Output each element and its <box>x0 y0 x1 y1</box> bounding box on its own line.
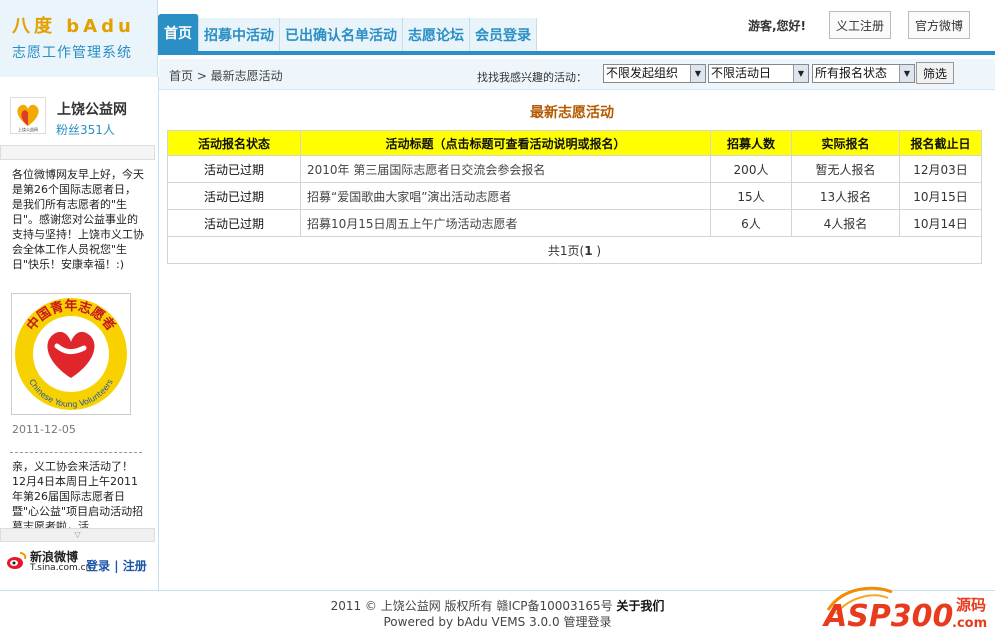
column-header-recruit: 招募人数 <box>710 130 792 156</box>
signed-count-cell: 13人报名 <box>791 182 900 210</box>
page-title: 最新志愿活动 <box>530 105 614 121</box>
watermark-suffix: 源码 <box>956 596 986 614</box>
weibo-post: 各位微博网友早上好，今天是第26个国际志愿者日，是我们所有志愿者的"生日"。感谢… <box>12 168 144 271</box>
nav-recruiting[interactable]: 招募中活动 <box>199 18 280 51</box>
organizer-select-value: 不限发起组织 <box>606 66 679 80</box>
admin-login-link[interactable]: 管理登录 <box>563 615 611 629</box>
about-us-link[interactable]: 关于我们 <box>616 599 664 613</box>
table-row: 活动已过期 招募10月15日周五上午广场活动志愿者 6人 4人报名 10月14日 <box>167 209 982 237</box>
greeting-text: 游客,您好! <box>748 19 807 33</box>
pager-current-page[interactable]: 1 <box>584 244 592 258</box>
sina-weibo-icon <box>7 552 27 569</box>
filter-button[interactable]: 筛选 <box>916 62 955 84</box>
status-cell: 活动已过期 <box>167 182 301 210</box>
watermark-domain: .com <box>952 616 987 631</box>
nav-confirmed[interactable]: 已出确认名单活动 <box>280 18 403 51</box>
activity-table: 活动报名状态 活动标题（点击标题可查看活动说明或报名） 招募人数 实际报名 报名… <box>167 130 982 264</box>
main-nav: 首页 招募中活动 已出确认名单活动 志愿论坛 会员登录 <box>158 14 537 51</box>
powered-by-text: Powered by bAdu VEMS 3.0.0 <box>383 615 560 629</box>
sina-weibo-domain: T.sina.com.cn <box>30 563 92 573</box>
deadline-cell: 10月15日 <box>899 182 982 210</box>
deadline-cell: 12月03日 <box>899 155 982 183</box>
weibo-sidebar: 上饶公益网 上饶公益网 粉丝351人 各位微博网友早上好，今天是第26个国际志愿… <box>0 77 159 590</box>
signup-status-select-value: 所有报名状态 <box>815 66 888 80</box>
status-cell: 活动已过期 <box>167 155 301 183</box>
profile-avatar[interactable]: 上饶公益网 <box>10 97 46 134</box>
signed-count-cell: 4人报名 <box>791 209 900 237</box>
sina-weibo-footer: 新浪微博 T.sina.com.cn 登录 | 注册 <box>6 548 156 578</box>
weibo-post: 亲，义工协会来活动了！12月4日本周日上午2011年第26届国际志愿者日暨"心公… <box>12 460 144 529</box>
pager-prefix: 共1页( <box>547 243 585 258</box>
activity-title-link[interactable]: 2010年 第三届国际志愿者日交流会参会报名 <box>300 155 711 183</box>
column-header-signed: 实际报名 <box>791 130 900 156</box>
chevron-down-icon: ▼ <box>793 65 808 82</box>
post-date: 2011-12-05 <box>12 423 76 436</box>
logo-brand-text: 八度 bAdu <box>12 16 135 37</box>
site-logo[interactable]: 八度 bAdu 志愿工作管理系统 <box>0 0 158 77</box>
logo-subtitle: 志愿工作管理系统 <box>12 45 132 61</box>
activity-title-link[interactable]: 招募10月15日周五上午广场活动志愿者 <box>300 209 711 237</box>
profile-divider-bar <box>0 145 155 160</box>
breadcrumb[interactable]: 首页 > 最新志愿活动 <box>169 67 283 84</box>
table-row: 活动已过期 招募“爱国歌曲大家唱”演出活动志愿者 15人 13人报名 10月15… <box>167 182 982 210</box>
recruit-count-cell: 6人 <box>710 209 792 237</box>
deadline-cell: 10月14日 <box>899 209 982 237</box>
weibo-login-link[interactable]: 登录 <box>86 559 110 573</box>
recruit-count-cell: 200人 <box>710 155 792 183</box>
nav-forum[interactable]: 志愿论坛 <box>403 18 470 51</box>
svg-text:上饶公益网: 上饶公益网 <box>18 126 38 132</box>
post-separator <box>10 452 142 453</box>
status-cell: 活动已过期 <box>167 209 301 237</box>
official-weibo-button[interactable]: 官方微博 <box>908 11 971 39</box>
chevron-down-icon: ▼ <box>690 65 705 82</box>
column-header-deadline: 报名截止日 <box>899 130 982 156</box>
activity-date-select-value: 不限活动日 <box>711 66 772 80</box>
nav-home[interactable]: 首页 <box>158 14 199 51</box>
pagination: 共1页(1 ) <box>167 236 982 264</box>
activity-date-select[interactable]: 不限活动日 ▼ <box>708 64 809 83</box>
asp300-watermark-logo: ASP300 源码 .com <box>822 586 987 632</box>
activity-title-link[interactable]: 招募“爱国歌曲大家唱”演出活动志愿者 <box>300 182 711 210</box>
filter-bar: 首页 > 最新志愿活动 找找我感兴趣的活动： 不限发起组织 ▼ 不限活动日 ▼ … <box>159 59 995 90</box>
column-header-title: 活动标题（点击标题可查看活动说明或报名） <box>300 130 711 156</box>
post-image-volunteer-badge[interactable]: 中国青年志愿者 Chinese Young Volunteers <box>11 293 131 415</box>
organizer-select[interactable]: 不限发起组织 ▼ <box>603 64 706 83</box>
filter-label: 找找我感兴趣的活动： <box>477 71 587 84</box>
signup-status-select[interactable]: 所有报名状态 ▼ <box>812 64 915 83</box>
weibo-auth-links: 登录 | 注册 <box>86 559 147 573</box>
table-header-row: 活动报名状态 活动标题（点击标题可查看活动说明或报名） 招募人数 实际报名 报名… <box>167 130 982 156</box>
pager-row: 共1页(1 ) <box>167 236 982 264</box>
weibo-register-link[interactable]: 注册 <box>123 559 147 573</box>
table-row: 活动已过期 2010年 第三届国际志愿者日交流会参会报名 200人 暂无人报名 … <box>167 155 982 183</box>
pager-suffix: ) <box>592 243 602 258</box>
copyright-text: 2011 © 上饶公益网 版权所有 赣ICP备10003165号 <box>330 599 613 613</box>
volunteer-register-button[interactable]: 义工注册 <box>829 11 892 39</box>
scroll-down-icon[interactable]: ▽ <box>0 528 155 542</box>
page: 首页 招募中活动 已出确认名单活动 志愿论坛 会员登录 游客,您好! 义工注册 … <box>0 0 995 635</box>
column-header-status: 活动报名状态 <box>167 130 301 156</box>
watermark-text: ASP300 <box>822 599 953 632</box>
signed-count-cell: 暂无人报名 <box>791 155 900 183</box>
profile-fans[interactable]: 粉丝351人 <box>56 121 115 138</box>
recruit-count-cell: 15人 <box>710 182 792 210</box>
nav-member-login[interactable]: 会员登录 <box>470 18 537 51</box>
weibo-profile: 上饶公益网 上饶公益网 粉丝351人 <box>0 77 158 147</box>
profile-name[interactable]: 上饶公益网 <box>57 99 127 119</box>
chevron-down-icon: ▼ <box>899 65 914 82</box>
